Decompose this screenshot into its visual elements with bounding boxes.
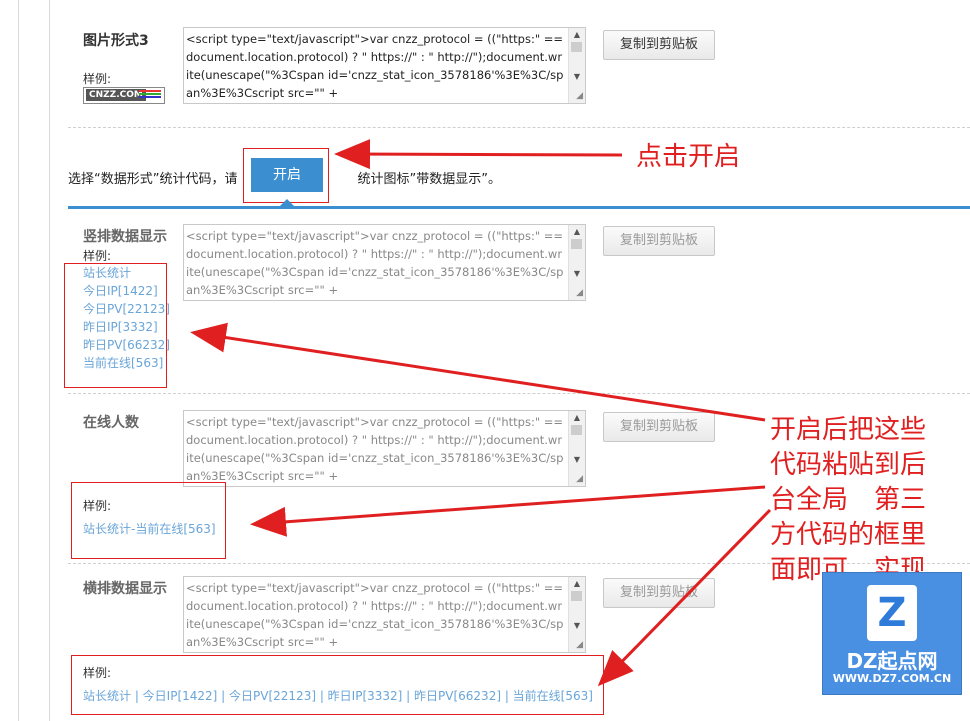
arrow-to-online-sample: [250, 485, 766, 537]
watermark-name: DZ起点网: [846, 649, 938, 673]
watermark-logo: Z DZ起点网 WWW.DZ7.COM.CN: [822, 572, 962, 695]
arrow-to-horizontal-sample: [597, 508, 772, 687]
watermark-url: WWW.DZ7.COM.CN: [832, 672, 952, 685]
arrow-to-open-button: [334, 139, 623, 170]
watermark-logo-letter: Z: [867, 585, 917, 641]
arrow-to-vertical-sample: [190, 322, 766, 422]
